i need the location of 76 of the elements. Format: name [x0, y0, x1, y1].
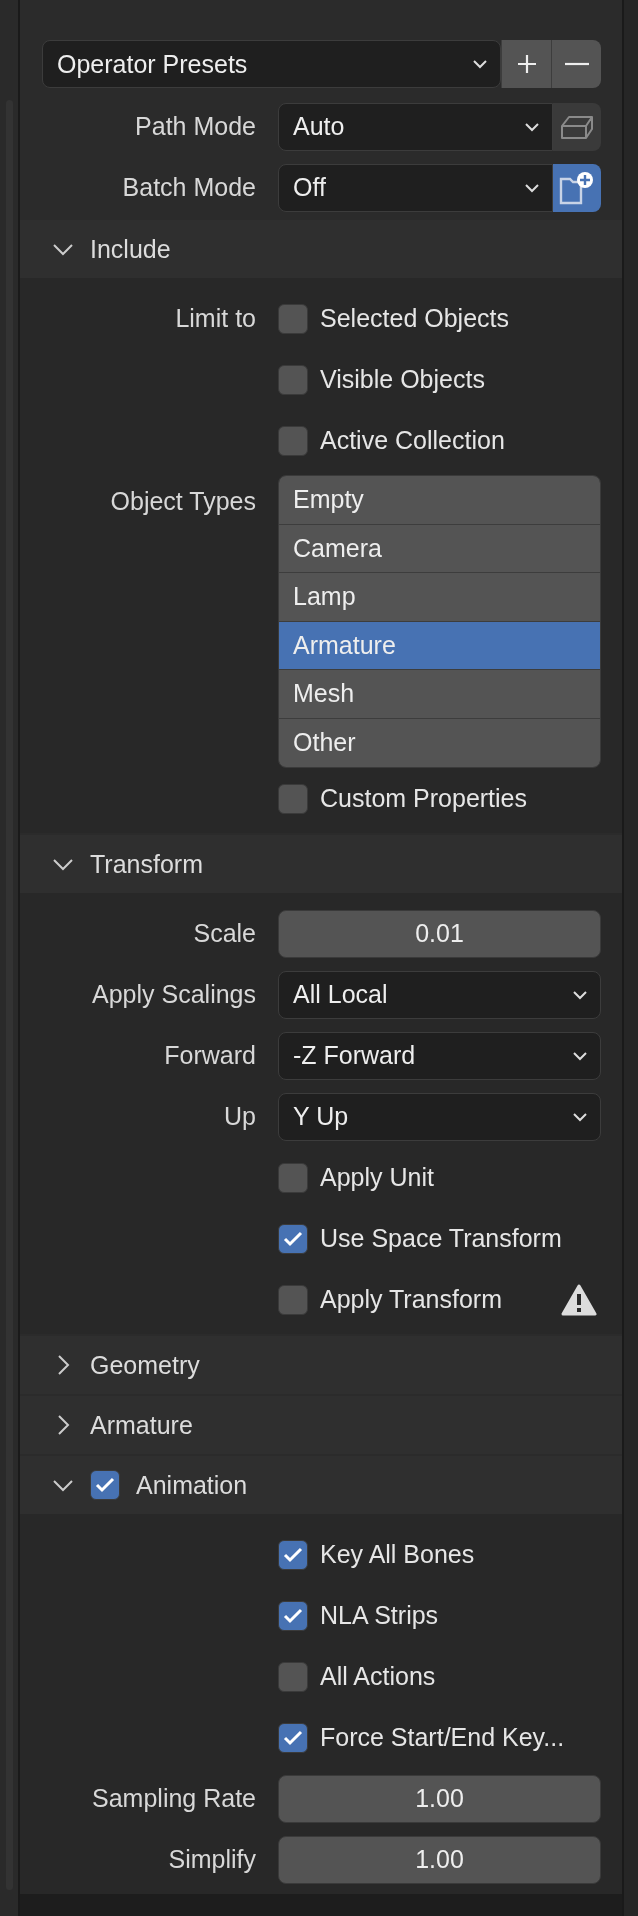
checkbox[interactable] [278, 1661, 308, 1692]
check-icon [283, 1546, 303, 1563]
section-title: Animation [136, 1470, 248, 1500]
number-field[interactable]: 1.00 [278, 1835, 601, 1884]
dropdown[interactable]: Auto [278, 102, 553, 151]
field-label: Simplify [167, 1847, 256, 1872]
presets-dropdown[interactable]: Operator Presets [42, 40, 501, 88]
field-label: Batch Mode [121, 175, 256, 200]
checkbox-label: Selected Objects [320, 304, 509, 333]
caret-icon [572, 1111, 588, 1122]
check-icon [283, 1230, 303, 1247]
dropdown[interactable]: All Local [278, 970, 601, 1019]
list-item[interactable]: Armature [279, 621, 600, 670]
checkbox-label: Key All Bones [320, 1540, 475, 1569]
dropdown[interactable]: -Z Forward [278, 1031, 601, 1080]
checkbox[interactable] [90, 1470, 120, 1500]
caret-icon [524, 182, 540, 193]
field-label: Apply Scalings [91, 982, 256, 1007]
checkbox[interactable] [278, 1284, 308, 1315]
section-title: Geometry [90, 1350, 200, 1380]
section-header[interactable]: Animation [20, 1456, 622, 1514]
minus-icon [564, 62, 589, 66]
checkbox-label: Force Start/End Key... [320, 1723, 565, 1752]
dropdown[interactable]: Y Up [278, 1092, 601, 1141]
section-header[interactable]: Include [20, 220, 622, 278]
section-header[interactable]: Armature [20, 1396, 622, 1454]
checkbox[interactable] [278, 1162, 308, 1193]
checkbox-label: Use Space Transform [320, 1224, 562, 1253]
list-item[interactable]: Camera [279, 524, 600, 573]
check-icon [283, 1607, 303, 1624]
caret-icon [572, 1050, 588, 1061]
field-label: Forward [163, 1043, 256, 1068]
list-item[interactable]: Other [279, 718, 600, 767]
checkbox-label: Active Collection [320, 426, 505, 455]
section-title: Armature [90, 1410, 193, 1440]
box-icon [560, 113, 594, 140]
checkbox-label: Custom Properties [320, 784, 528, 813]
checkbox[interactable] [278, 1600, 308, 1631]
list-item[interactable]: Lamp [279, 573, 600, 622]
toggle-button[interactable] [553, 163, 601, 212]
checkbox[interactable] [278, 1539, 308, 1570]
field-label: Object Types [109, 489, 256, 514]
section-header[interactable]: Geometry [20, 1336, 622, 1394]
caret-icon [572, 989, 588, 1000]
caret-icon [524, 121, 540, 132]
toggle-button[interactable] [553, 102, 601, 151]
checkbox[interactable] [278, 1223, 308, 1254]
number-field[interactable]: 0.01 [278, 909, 601, 958]
add-button[interactable] [501, 40, 551, 88]
checkbox-label: All Actions [320, 1662, 436, 1691]
checkbox[interactable] [278, 364, 308, 395]
list-item[interactable]: Mesh [279, 670, 600, 719]
caret-icon [472, 59, 488, 69]
checkbox[interactable] [278, 1722, 308, 1753]
field-label: Sampling Rate [91, 1786, 256, 1811]
section-title: Transform [90, 849, 203, 879]
checkbox-label: NLA Strips [320, 1601, 439, 1630]
field-label: Up [223, 1104, 256, 1129]
field-label: Path Mode [134, 114, 256, 139]
checkbox[interactable] [278, 303, 308, 334]
checkbox-label: Apply Transform [320, 1285, 502, 1314]
checkbox[interactable] [278, 425, 308, 456]
list-item[interactable]: Empty [279, 476, 600, 525]
number-field[interactable]: 1.00 [278, 1774, 601, 1823]
plus-icon [516, 54, 537, 74]
folder-add-icon [559, 170, 595, 205]
dropdown[interactable]: Off [278, 163, 553, 212]
checkbox-label: Apply Unit [320, 1163, 434, 1192]
check-icon [283, 1729, 303, 1746]
check-icon [95, 1477, 115, 1493]
checkbox-label: Visible Objects [320, 365, 485, 394]
section-title: Include [90, 234, 171, 264]
checkbox[interactable] [278, 783, 308, 814]
field-label: Limit to [174, 306, 256, 331]
section-header[interactable]: Transform [20, 835, 622, 893]
field-label: Scale [192, 921, 256, 946]
